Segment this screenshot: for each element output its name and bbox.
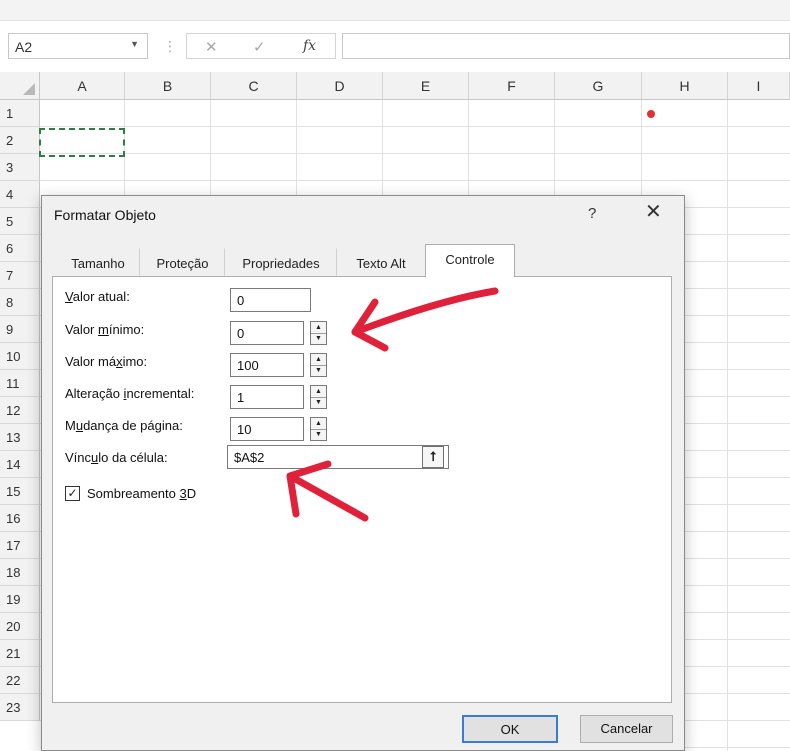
column-header-e[interactable]: E [383, 72, 469, 100]
ribbon-strip [0, 0, 790, 21]
tab-propriedades[interactable]: Propriedades [225, 248, 337, 276]
row-header-9[interactable]: 9 [0, 316, 40, 343]
row-header-14[interactable]: 14 [0, 451, 40, 478]
row-header-15[interactable]: 15 [0, 478, 40, 505]
row-header-10[interactable]: 10 [0, 343, 40, 370]
tab-controle[interactable]: Controle [425, 244, 515, 277]
column-header-f[interactable]: F [469, 72, 555, 100]
grip-icon: ⋮ [163, 38, 177, 54]
row-header-3[interactable]: 3 [0, 154, 40, 181]
close-icon[interactable]: ✕ [645, 202, 662, 222]
valor-atual-field[interactable]: 0 [230, 288, 311, 312]
column-header-h[interactable]: H [642, 72, 728, 100]
row-header-18[interactable]: 18 [0, 559, 40, 586]
column-header-i[interactable]: I [728, 72, 790, 100]
column-header-a[interactable]: A [40, 72, 125, 100]
annotation-dot [647, 110, 655, 118]
spin-down-icon[interactable]: ▼ [311, 429, 326, 440]
vinculo-celula-field[interactable]: $A$2 [227, 445, 449, 469]
select-all-corner[interactable] [0, 72, 40, 100]
row-header-23[interactable]: 23 [0, 694, 40, 721]
valor-maximo-label: Valor máximo: [65, 354, 148, 369]
format-object-dialog: Formatar Objeto ? ✕ Tamanho Proteção Pro… [41, 195, 685, 751]
row-header-13[interactable]: 13 [0, 424, 40, 451]
name-box-value: A2 [15, 39, 33, 55]
ok-button[interactable]: OK [462, 715, 558, 743]
alteracao-incremental-label: Alteração incremental: [65, 386, 195, 401]
row-header-22[interactable]: 22 [0, 667, 40, 694]
valor-minimo-spinner[interactable]: ▲ ▼ [310, 321, 327, 345]
row-header-16[interactable]: 16 [0, 505, 40, 532]
mudanca-pagina-label: Mudança de página: [65, 418, 183, 433]
sombreamento-label: Sombreamento 3D [87, 486, 197, 501]
cancel-button[interactable]: Cancelar [580, 715, 673, 743]
row-header-1[interactable]: 1 [0, 100, 40, 127]
chevron-down-icon[interactable]: ▼ [130, 39, 139, 49]
valor-atual-label: Valor atual: [65, 289, 130, 304]
column-header-d[interactable]: D [297, 72, 383, 100]
cancel-icon[interactable]: ✕ [205, 38, 218, 56]
column-header-g[interactable]: G [555, 72, 642, 100]
valor-minimo-label: Valor mínimo: [65, 322, 145, 337]
row-header-7[interactable]: 7 [0, 262, 40, 289]
mudanca-pagina-spinner[interactable]: ▲ ▼ [310, 417, 327, 441]
column-header-b[interactable]: B [125, 72, 211, 100]
enter-icon[interactable]: ✓ [253, 38, 266, 56]
valor-maximo-spinner[interactable]: ▲ ▼ [310, 353, 327, 377]
sombreamento-checkbox[interactable]: ✓ [65, 486, 80, 501]
selected-cell-a2[interactable] [39, 128, 125, 157]
alteracao-incremental-spinner[interactable]: ▲ ▼ [310, 385, 327, 409]
vinculo-celula-label: Vínculo da célula: [65, 450, 168, 465]
row-header-20[interactable]: 20 [0, 613, 40, 640]
spin-down-icon[interactable]: ▼ [311, 333, 326, 344]
row-header-21[interactable]: 21 [0, 640, 40, 667]
help-icon[interactable]: ? [588, 205, 596, 222]
row-header-17[interactable]: 17 [0, 532, 40, 559]
function-icon[interactable]: fx [303, 38, 316, 54]
formula-buttons: ✕ ✓ fx [186, 33, 336, 59]
row-header-19[interactable]: 19 [0, 586, 40, 613]
row-header-8[interactable]: 8 [0, 289, 40, 316]
name-box[interactable]: A2 ▼ [8, 33, 148, 59]
mudanca-pagina-field[interactable]: 10 [230, 417, 304, 441]
alteracao-incremental-field[interactable]: 1 [230, 385, 304, 409]
spin-down-icon[interactable]: ▼ [311, 397, 326, 408]
row-header-2[interactable]: 2 [0, 127, 40, 154]
spin-down-icon[interactable]: ▼ [311, 365, 326, 376]
tab-tamanho[interactable]: Tamanho [56, 248, 140, 276]
row-header-12[interactable]: 12 [0, 397, 40, 424]
collapse-dialog-icon[interactable]: ⭡ [422, 446, 444, 468]
dialog-title: Formatar Objeto [54, 207, 156, 223]
valor-maximo-field[interactable]: 100 [230, 353, 304, 377]
row-header-4[interactable]: 4 [0, 181, 40, 208]
row-header-6[interactable]: 6 [0, 235, 40, 262]
column-header-c[interactable]: C [211, 72, 297, 100]
row-header-5[interactable]: 5 [0, 208, 40, 235]
formula-input[interactable] [342, 33, 790, 59]
valor-minimo-field[interactable]: 0 [230, 321, 304, 345]
tab-protecao[interactable]: Proteção [140, 248, 225, 276]
tab-texto-alt[interactable]: Texto Alt [337, 248, 425, 276]
row-header-11[interactable]: 11 [0, 370, 40, 397]
